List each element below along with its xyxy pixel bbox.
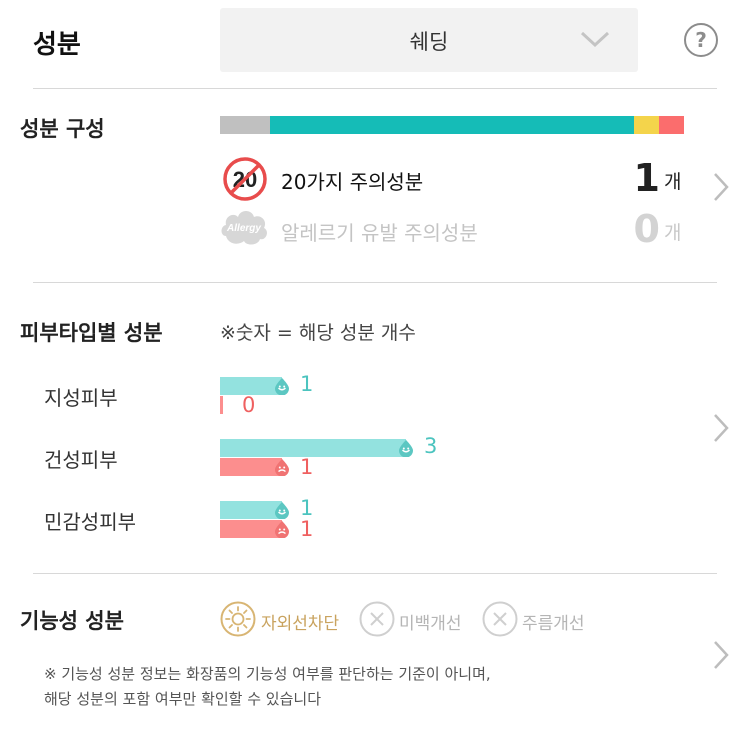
- bad-bar: [220, 396, 223, 414]
- composition-bar-segment: [658, 116, 684, 134]
- composition-bar-segment: [633, 116, 659, 134]
- bad-drop-icon: [273, 520, 291, 539]
- twenty-caution-icon: 20: [223, 157, 267, 201]
- functional-title: 기능성 성분: [20, 609, 124, 633]
- functional-footnote: ※ 기능성 성분 정보는 화장품의 기능성 여부를 판단하는 기준이 아니며, …: [44, 662, 704, 712]
- product-selector-value: 쉐딩: [409, 30, 449, 54]
- good-drop-icon: [273, 501, 291, 520]
- divider: [33, 88, 717, 89]
- composition-title: 성분 구성: [20, 117, 105, 141]
- composition-bar-segment: [220, 116, 271, 134]
- good-count: 3: [424, 434, 438, 458]
- func-wrinkle-label: 주름개선: [522, 614, 585, 634]
- allergy-unit: 개: [664, 222, 682, 244]
- product-selector[interactable]: 쉐딩: [220, 8, 638, 72]
- allergy-label: 알레르기 유발 주의성분: [281, 221, 478, 245]
- sun-icon: [220, 601, 256, 637]
- twenty-caution-unit: 개: [664, 171, 682, 193]
- bad-drop-icon: [273, 458, 291, 477]
- composition-bar: [220, 116, 684, 134]
- chevron-right-icon[interactable]: [713, 172, 729, 202]
- skin-type-label: 건성피부: [44, 448, 118, 472]
- footnote-line: ※ 기능성 성분 정보는 화장품의 기능성 여부를 판단하는 기준이 아니며,: [44, 665, 491, 683]
- chevron-right-icon[interactable]: [713, 413, 729, 443]
- skin-type-title: 피부타입별 성분: [20, 321, 163, 345]
- chevron-right-icon[interactable]: [713, 640, 729, 670]
- twenty-caution-count: 1: [633, 156, 660, 200]
- allergy-icon: Allergy: [221, 211, 267, 245]
- skin-type-label: 지성피부: [44, 386, 118, 410]
- divider: [33, 282, 717, 283]
- x-circle-icon: [482, 601, 518, 637]
- help-icon[interactable]: ?: [684, 23, 718, 57]
- svg-text:Allergy: Allergy: [226, 223, 261, 234]
- twenty-caution-label: 20가지 주의성분: [281, 170, 424, 194]
- x-circle-icon: [359, 601, 395, 637]
- page-title: 성분: [33, 30, 81, 60]
- composition-bar-segment: [270, 116, 634, 134]
- footnote-line: 해당 성분의 포함 여부만 확인할 수 있습니다: [44, 690, 322, 708]
- func-whitening-label: 미백개선: [399, 614, 462, 634]
- bad-count: 0: [242, 393, 256, 417]
- skin-type-note: ※숫자 = 해당 성분 개수: [220, 322, 416, 344]
- bad-count: 1: [300, 517, 314, 541]
- divider: [33, 573, 717, 574]
- bad-count: 1: [300, 455, 314, 479]
- chevron-down-icon: [580, 31, 610, 48]
- skin-type-label: 민감성피부: [44, 510, 136, 534]
- func-uv-label: 자외선차단: [261, 614, 340, 634]
- good-drop-icon: [273, 377, 291, 396]
- allergy-count: 0: [633, 207, 660, 251]
- good-count: 1: [300, 372, 314, 396]
- good-drop-icon: [397, 439, 415, 458]
